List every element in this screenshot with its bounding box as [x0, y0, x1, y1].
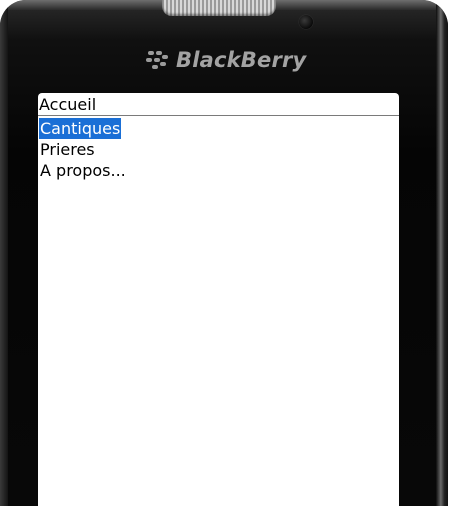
menu-item-a-propos[interactable]: A propos... — [38, 160, 399, 181]
phone-body: BlackBerry Accueil Cantiques Prieres A p… — [0, 0, 448, 506]
brand-logo: BlackBerry — [146, 45, 306, 75]
speaker-grille — [162, 0, 276, 16]
menu-item-cantiques[interactable]: Cantiques — [38, 118, 399, 139]
device-screen: Accueil Cantiques Prieres A propos... — [38, 93, 399, 506]
screen-title: Accueil — [39, 94, 97, 114]
menu-item-label: Prieres — [40, 140, 95, 159]
phone-rim-right — [436, 0, 448, 506]
camera-icon — [299, 15, 313, 29]
screen-title-bar: Accueil — [38, 93, 399, 116]
brand-name: BlackBerry — [176, 48, 307, 72]
phone-rim-left — [0, 0, 8, 506]
main-menu-list: Cantiques Prieres A propos... — [38, 118, 399, 181]
menu-item-prieres[interactable]: Prieres — [38, 139, 399, 160]
menu-item-label: A propos... — [40, 161, 126, 180]
simulator-stage: BlackBerry Accueil Cantiques Prieres A p… — [0, 0, 449, 506]
menu-item-label: Cantiques — [39, 118, 122, 139]
blackberry-logo-icon — [146, 50, 170, 70]
